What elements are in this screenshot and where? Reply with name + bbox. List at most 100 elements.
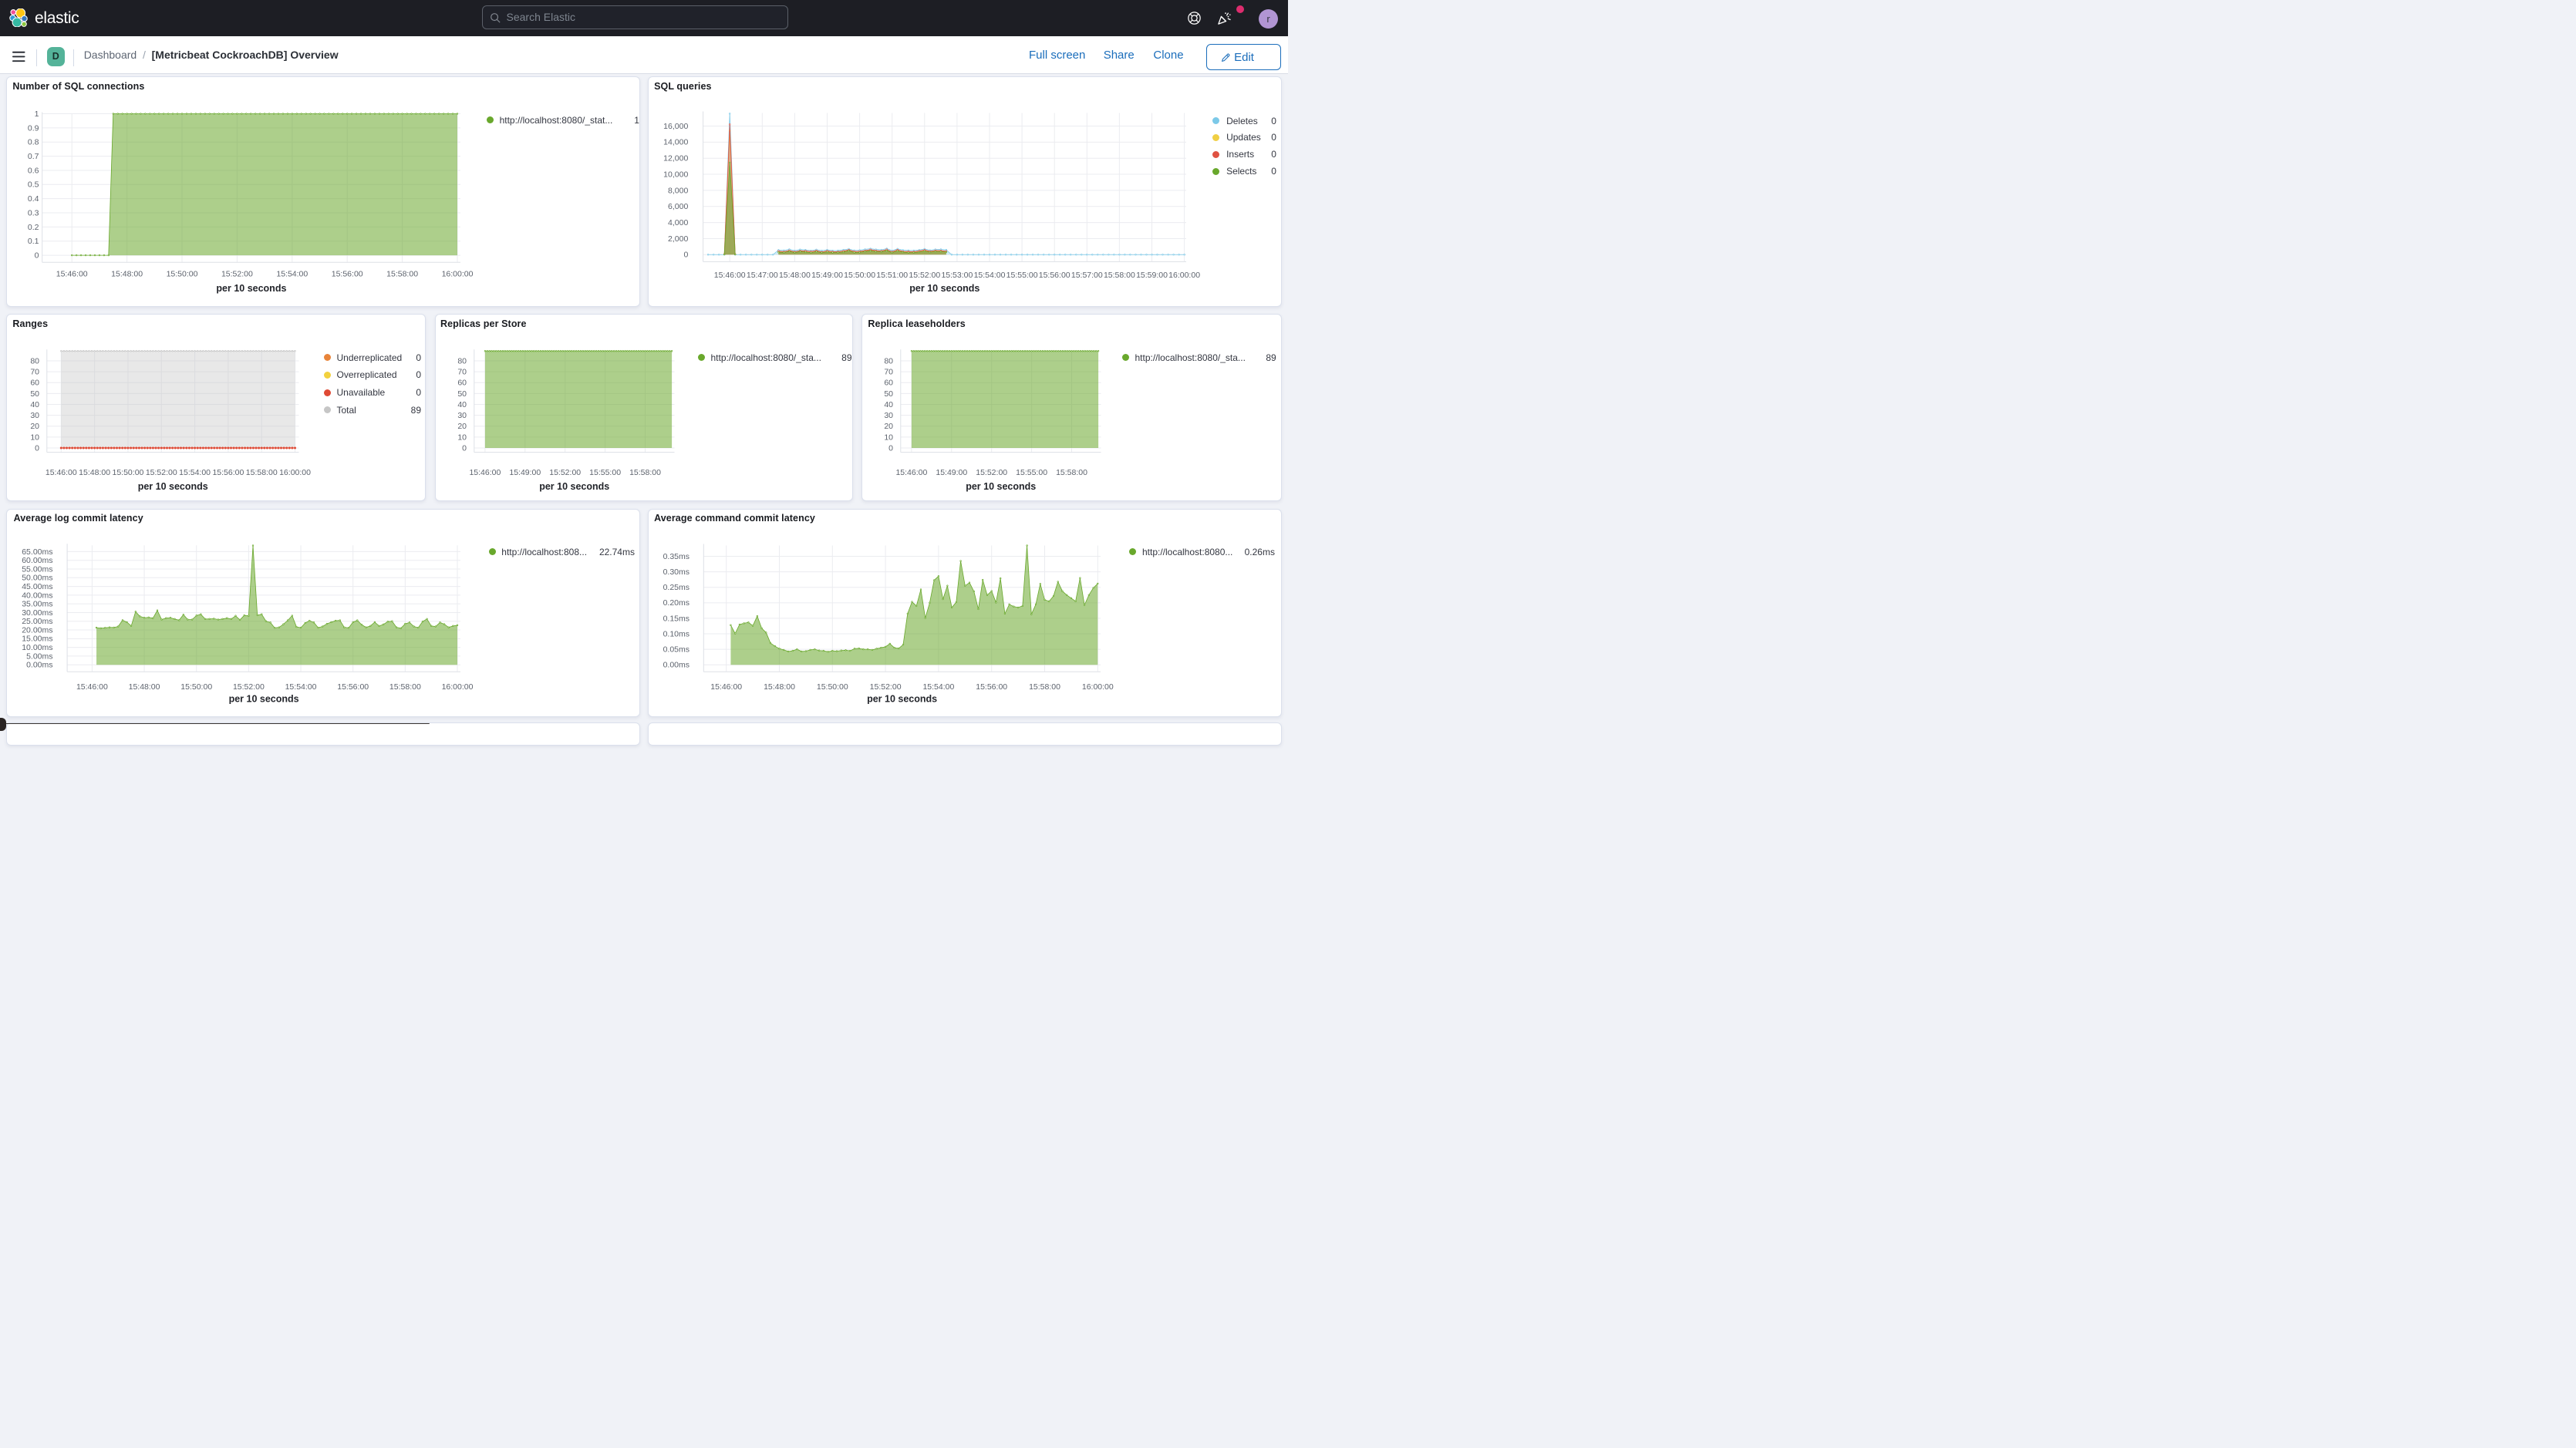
svg-text:0: 0 <box>888 444 893 453</box>
svg-text:per 10 seconds: per 10 seconds <box>966 481 1036 492</box>
svg-text:per 10 seconds: per 10 seconds <box>229 693 299 704</box>
svg-text:0.6: 0.6 <box>28 166 39 175</box>
svg-text:15:52:00: 15:52:00 <box>909 271 940 280</box>
svg-text:60.00ms: 60.00ms <box>22 556 52 565</box>
svg-text:2,000: 2,000 <box>668 234 688 244</box>
svg-text:15:46:00: 15:46:00 <box>710 682 742 692</box>
svg-text:16:00:00: 16:00:00 <box>1168 271 1200 280</box>
svg-text:15:56:00: 15:56:00 <box>212 468 244 477</box>
svg-text:25.00ms: 25.00ms <box>22 617 52 626</box>
svg-text:15:58:00: 15:58:00 <box>386 270 418 279</box>
svg-text:0.15ms: 0.15ms <box>663 614 689 623</box>
svg-text:0: 0 <box>462 444 467 453</box>
svg-text:80: 80 <box>457 357 467 366</box>
svg-text:15:48:00: 15:48:00 <box>779 271 811 280</box>
svg-text:10,000: 10,000 <box>663 170 688 179</box>
svg-text:15:52:00: 15:52:00 <box>549 468 581 477</box>
svg-text:15:52:00: 15:52:00 <box>976 468 1007 477</box>
svg-text:15:54:00: 15:54:00 <box>179 468 211 477</box>
svg-text:0.20ms: 0.20ms <box>663 598 689 608</box>
svg-text:40: 40 <box>884 400 893 409</box>
svg-text:0.4: 0.4 <box>28 194 39 204</box>
svg-text:15:52:00: 15:52:00 <box>869 682 901 692</box>
svg-text:16:00:00: 16:00:00 <box>442 270 474 279</box>
svg-text:16:00:00: 16:00:00 <box>1082 682 1114 692</box>
svg-text:15:58:00: 15:58:00 <box>1056 468 1087 477</box>
svg-text:14,000: 14,000 <box>663 138 688 147</box>
svg-text:4,000: 4,000 <box>668 218 688 227</box>
svg-text:60: 60 <box>884 379 893 388</box>
svg-text:10: 10 <box>30 433 39 443</box>
svg-text:15:58:00: 15:58:00 <box>629 468 661 477</box>
svg-text:16:00:00: 16:00:00 <box>442 682 474 692</box>
svg-text:45.00ms: 45.00ms <box>22 582 52 591</box>
svg-text:15:54:00: 15:54:00 <box>922 682 954 692</box>
svg-text:12,000: 12,000 <box>663 154 688 163</box>
svg-text:15:46:00: 15:46:00 <box>895 468 927 477</box>
svg-text:15:52:00: 15:52:00 <box>146 468 177 477</box>
svg-text:15:53:00: 15:53:00 <box>941 271 973 280</box>
svg-text:15:46:00: 15:46:00 <box>469 468 501 477</box>
svg-text:per 10 seconds: per 10 seconds <box>138 481 208 492</box>
svg-text:15:50:00: 15:50:00 <box>180 682 212 692</box>
svg-text:65.00ms: 65.00ms <box>22 547 52 557</box>
svg-text:40.00ms: 40.00ms <box>22 591 52 600</box>
svg-text:35.00ms: 35.00ms <box>22 599 52 608</box>
svg-text:15:49:00: 15:49:00 <box>811 271 843 280</box>
svg-text:80: 80 <box>884 357 893 366</box>
svg-text:10: 10 <box>884 433 893 443</box>
svg-text:15:55:00: 15:55:00 <box>1006 271 1037 280</box>
svg-text:15:56:00: 15:56:00 <box>976 682 1007 692</box>
svg-text:15:47:00: 15:47:00 <box>747 271 778 280</box>
svg-text:80: 80 <box>30 357 39 366</box>
svg-text:30: 30 <box>457 411 467 420</box>
svg-text:per 10 seconds: per 10 seconds <box>867 693 937 704</box>
svg-text:15:52:00: 15:52:00 <box>221 270 253 279</box>
svg-text:15:55:00: 15:55:00 <box>1016 468 1047 477</box>
svg-text:8,000: 8,000 <box>668 186 688 195</box>
svg-text:0.3: 0.3 <box>28 208 39 217</box>
svg-text:15:59:00: 15:59:00 <box>1136 271 1168 280</box>
svg-text:15:46:00: 15:46:00 <box>46 468 77 477</box>
svg-text:70: 70 <box>457 368 467 377</box>
svg-text:60: 60 <box>30 379 39 388</box>
svg-text:5.00ms: 5.00ms <box>26 652 52 661</box>
svg-text:0.10ms: 0.10ms <box>663 629 689 638</box>
svg-text:15:58:00: 15:58:00 <box>246 468 278 477</box>
svg-text:0.05ms: 0.05ms <box>663 645 689 654</box>
svg-text:50.00ms: 50.00ms <box>22 574 52 583</box>
svg-text:15:46:00: 15:46:00 <box>56 270 88 279</box>
svg-text:0.7: 0.7 <box>28 152 39 161</box>
svg-text:15:50:00: 15:50:00 <box>817 682 848 692</box>
svg-text:per 10 seconds: per 10 seconds <box>909 283 979 294</box>
svg-text:40: 40 <box>457 400 467 409</box>
svg-text:0.5: 0.5 <box>28 180 39 190</box>
svg-text:16,000: 16,000 <box>663 122 688 131</box>
svg-text:20: 20 <box>457 423 467 432</box>
svg-text:70: 70 <box>30 368 39 377</box>
svg-text:50: 50 <box>30 389 39 399</box>
svg-text:30.00ms: 30.00ms <box>22 608 52 618</box>
svg-text:50: 50 <box>457 389 467 399</box>
svg-text:15:58:00: 15:58:00 <box>1104 271 1135 280</box>
svg-text:0.30ms: 0.30ms <box>663 567 689 577</box>
svg-text:per 10 seconds: per 10 seconds <box>539 481 609 492</box>
svg-text:15:56:00: 15:56:00 <box>337 682 369 692</box>
svg-text:15:52:00: 15:52:00 <box>233 682 265 692</box>
svg-text:15:46:00: 15:46:00 <box>713 271 745 280</box>
svg-text:15:48:00: 15:48:00 <box>79 468 110 477</box>
svg-text:0.8: 0.8 <box>28 138 39 147</box>
svg-text:10.00ms: 10.00ms <box>22 643 52 652</box>
svg-text:15:57:00: 15:57:00 <box>1071 271 1103 280</box>
svg-text:16:00:00: 16:00:00 <box>279 468 311 477</box>
svg-text:15:58:00: 15:58:00 <box>1029 682 1060 692</box>
svg-text:15:55:00: 15:55:00 <box>589 468 621 477</box>
svg-text:15:50:00: 15:50:00 <box>113 468 144 477</box>
svg-text:15.00ms: 15.00ms <box>22 635 52 644</box>
svg-text:15:54:00: 15:54:00 <box>285 682 317 692</box>
svg-text:15:48:00: 15:48:00 <box>129 682 160 692</box>
svg-text:15:48:00: 15:48:00 <box>764 682 795 692</box>
svg-text:0.25ms: 0.25ms <box>663 583 689 592</box>
svg-text:0: 0 <box>683 251 688 260</box>
svg-text:50: 50 <box>884 389 893 399</box>
